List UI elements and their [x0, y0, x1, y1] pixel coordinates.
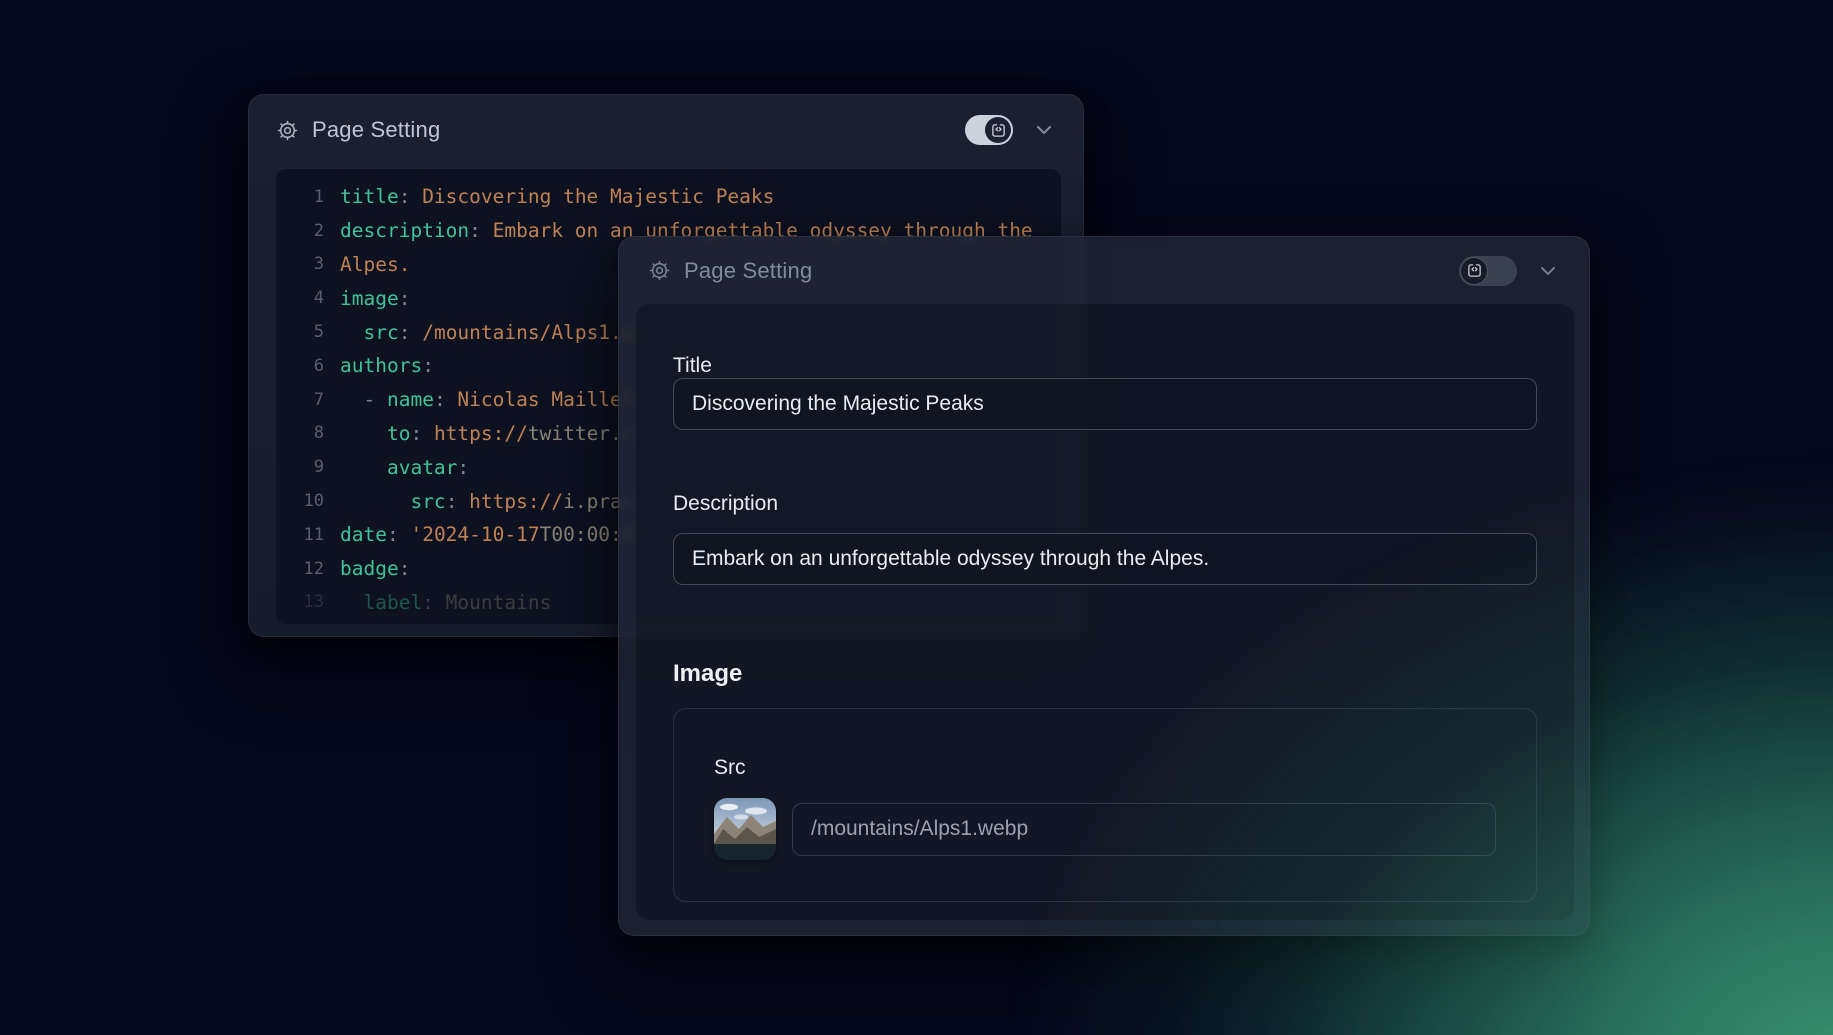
line-number: 2: [276, 221, 340, 241]
code-line-text: image:: [340, 287, 410, 310]
title-field-label: Title: [673, 354, 1537, 378]
code-square-icon: [991, 123, 1006, 138]
gear-icon: [276, 119, 299, 142]
page-setting-form: Title Description Image Src: [636, 304, 1574, 920]
line-number: 4: [276, 288, 340, 308]
image-src-input[interactable]: [792, 803, 1496, 856]
code-line-text: Alpes.: [340, 253, 410, 276]
line-number: 7: [276, 390, 340, 410]
line-number: 3: [276, 254, 340, 274]
code-line-text: src: /mountains/Alps1.w: [340, 321, 634, 344]
panel-header: Page Setting: [249, 95, 1083, 165]
title-input[interactable]: [673, 378, 1537, 430]
code-line-text: label: Mountains: [340, 591, 551, 614]
line-number: 1: [276, 187, 340, 207]
toggle-knob: [985, 117, 1011, 143]
code-line-text: title: Discovering the Majestic Peaks: [340, 185, 774, 208]
toggle-knob: [1461, 258, 1487, 284]
line-number: 6: [276, 356, 340, 376]
line-number: 13: [276, 592, 340, 612]
src-field-label: Src: [714, 756, 1496, 780]
panel-title: Page Setting: [684, 258, 812, 284]
line-number: 5: [276, 322, 340, 342]
page-background: Page Setting 1title: Discovering the Maj…: [0, 0, 1833, 1035]
gear-icon: [648, 259, 671, 282]
code-line-text: - name: Nicolas Maillet: [340, 388, 634, 411]
line-number: 11: [276, 525, 340, 545]
code-line-text: date: '2024-10-17T00:00:0: [340, 523, 634, 546]
line-number: 9: [276, 457, 340, 477]
code-view-toggle[interactable]: [1459, 256, 1517, 286]
description-input[interactable]: [673, 533, 1537, 585]
chevron-down-icon[interactable]: [1536, 259, 1560, 283]
line-number: 12: [276, 559, 340, 579]
code-line-text: to: https://twitter.c: [340, 422, 634, 445]
line-number: 8: [276, 423, 340, 443]
chevron-down-icon[interactable]: [1032, 118, 1056, 142]
panel-header: Page Setting: [619, 237, 1589, 304]
line-number: 10: [276, 491, 340, 511]
panel-title: Page Setting: [312, 117, 440, 143]
src-row: [714, 798, 1496, 860]
page-setting-panel-form: Page Setting Title Description Image: [618, 236, 1590, 936]
code-row: 1title: Discovering the Majestic Peaks: [276, 180, 1061, 214]
description-field-label: Description: [673, 492, 1537, 516]
code-line-text: avatar:: [340, 456, 469, 479]
code-line-text: badge:: [340, 557, 410, 580]
image-section-heading: Image: [673, 660, 1537, 688]
code-square-icon: [1467, 263, 1482, 278]
code-line-text: authors:: [340, 354, 434, 377]
image-group-box: Src: [673, 708, 1537, 902]
code-view-toggle[interactable]: [965, 115, 1013, 145]
mountain-thumbnail: [714, 798, 776, 860]
code-line-text: src: https://i.prav: [340, 490, 634, 513]
